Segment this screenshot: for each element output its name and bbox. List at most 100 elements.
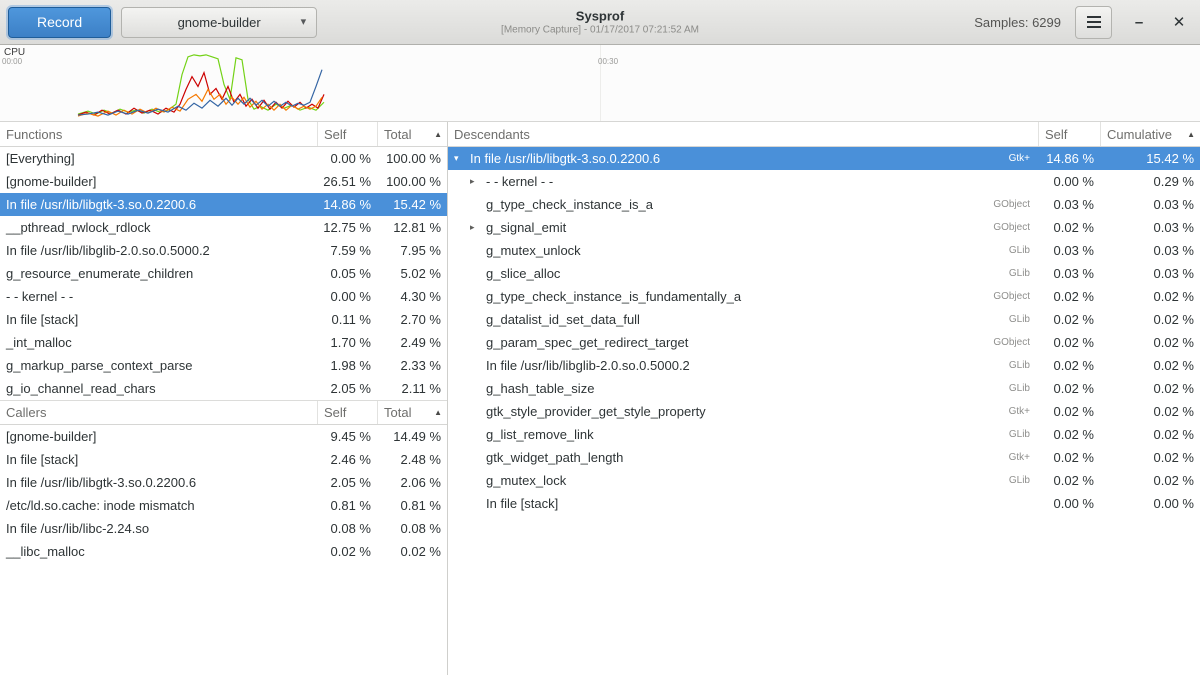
descendants-table: ▾In file /usr/lib/libgtk-3.so.0.2200.6Gt…: [448, 147, 1200, 515]
self-value: 0.81 %: [317, 494, 377, 517]
table-row[interactable]: g_markup_parse_context_parse1.98 %2.33 %: [0, 354, 447, 377]
total-value: 2.48 %: [377, 448, 447, 471]
library-tag: GLib: [1001, 354, 1038, 377]
descendant-name: g_type_check_instance_is_a: [486, 193, 653, 216]
table-row[interactable]: In file /usr/lib/libgtk-3.so.0.2200.614.…: [0, 193, 447, 216]
descendant-name: g_signal_emit: [486, 216, 566, 239]
function-name: __libc_malloc: [0, 540, 317, 563]
library-tag: GObject: [985, 285, 1038, 308]
cpu-graph[interactable]: CPU 00:00 00:30: [0, 45, 1200, 122]
descendant-name-cell: g_type_check_instance_is_aGObject: [448, 193, 1038, 216]
self-value: 7.59 %: [317, 239, 377, 262]
table-row[interactable]: In file /usr/lib/libgtk-3.so.0.2200.62.0…: [0, 471, 447, 494]
column-header-callers[interactable]: Callers: [0, 401, 317, 424]
total-value: 4.30 %: [377, 285, 447, 308]
expander-expanded-icon[interactable]: ▾: [454, 147, 470, 170]
table-row[interactable]: g_hash_table_sizeGLib0.02 %0.02 %: [448, 377, 1200, 400]
column-header-descendants-cumulative[interactable]: Cumulative ▲: [1100, 122, 1200, 146]
table-row[interactable]: g_slice_allocGLib0.03 %0.03 %: [448, 262, 1200, 285]
self-value: 0.02 %: [1038, 354, 1100, 377]
cumulative-value: 0.03 %: [1100, 262, 1200, 285]
table-row[interactable]: In file [stack]2.46 %2.48 %: [0, 448, 447, 471]
cumulative-value: 0.00 %: [1100, 492, 1200, 515]
self-header-label: Self: [1045, 127, 1067, 142]
window-subtitle: [Memory Capture] - 01/17/2017 07:21:52 A…: [501, 25, 699, 36]
cumulative-value: 0.02 %: [1100, 446, 1200, 469]
self-value: 1.70 %: [317, 331, 377, 354]
descendant-name: g_hash_table_size: [486, 377, 594, 400]
record-button[interactable]: Record: [8, 7, 111, 38]
table-row[interactable]: In file /usr/lib/libglib-2.0.so.0.5000.2…: [448, 354, 1200, 377]
process-selector[interactable]: gnome-builder ▾: [121, 7, 317, 38]
cumulative-header-label: Cumulative: [1107, 127, 1172, 142]
function-name: g_io_channel_read_chars: [0, 377, 317, 400]
minimize-button[interactable]: –: [1126, 9, 1152, 35]
descendant-name: gtk_style_provider_get_style_property: [486, 400, 706, 423]
total-value: 2.06 %: [377, 471, 447, 494]
cumulative-value: 0.03 %: [1100, 239, 1200, 262]
table-row[interactable]: __pthread_rwlock_rdlock12.75 %12.81 %: [0, 216, 447, 239]
close-button[interactable]: ✕: [1166, 9, 1192, 35]
table-row[interactable]: In file /usr/lib/libglib-2.0.so.0.5000.2…: [0, 239, 447, 262]
expander-collapsed-icon[interactable]: ▸: [470, 170, 486, 193]
callers-header-row: Callers Self Total ▲: [0, 400, 447, 425]
table-row[interactable]: ▾In file /usr/lib/libgtk-3.so.0.2200.6Gt…: [448, 147, 1200, 170]
total-value: 2.70 %: [377, 308, 447, 331]
cumulative-value: 0.02 %: [1100, 377, 1200, 400]
self-value: 0.00 %: [317, 147, 377, 170]
table-row[interactable]: g_mutex_lockGLib0.02 %0.02 %: [448, 469, 1200, 492]
expander-collapsed-icon[interactable]: ▸: [470, 216, 486, 239]
hamburger-menu-button[interactable]: [1075, 6, 1112, 39]
library-tag: GLib: [1001, 469, 1038, 492]
table-row[interactable]: g_resource_enumerate_children0.05 %5.02 …: [0, 262, 447, 285]
column-header-descendants[interactable]: Descendants: [448, 122, 1038, 146]
table-row[interactable]: g_io_channel_read_chars2.05 %2.11 %: [0, 377, 447, 400]
samples-count: Samples: 6299: [974, 15, 1061, 30]
self-value: 2.05 %: [317, 377, 377, 400]
table-row[interactable]: ▸- - kernel - -0.00 %0.29 %: [448, 170, 1200, 193]
table-row[interactable]: g_type_check_instance_is_aGObject0.03 %0…: [448, 193, 1200, 216]
table-row[interactable]: [Everything]0.00 %100.00 %: [0, 147, 447, 170]
column-header-functions-total[interactable]: Total ▲: [377, 122, 447, 146]
self-value: 26.51 %: [317, 170, 377, 193]
column-header-callers-total[interactable]: Total ▲: [377, 401, 447, 424]
table-row[interactable]: gtk_style_provider_get_style_propertyGtk…: [448, 400, 1200, 423]
total-value: 15.42 %: [377, 193, 447, 216]
table-row[interactable]: In file /usr/lib/libc-2.24.so0.08 %0.08 …: [0, 517, 447, 540]
descendant-name: In file [stack]: [486, 492, 558, 515]
titlebar-right: Samples: 6299 – ✕: [974, 6, 1192, 39]
table-row[interactable]: g_type_check_instance_is_fundamentally_a…: [448, 285, 1200, 308]
table-row[interactable]: /etc/ld.so.cache: inode mismatch0.81 %0.…: [0, 494, 447, 517]
library-tag: GLib: [1001, 377, 1038, 400]
self-value: 12.75 %: [317, 216, 377, 239]
library-tag: Gtk+: [1001, 147, 1038, 170]
table-row[interactable]: g_datalist_id_set_data_fullGLib0.02 %0.0…: [448, 308, 1200, 331]
column-header-functions-self[interactable]: Self: [317, 122, 377, 146]
column-header-descendants-self[interactable]: Self: [1038, 122, 1100, 146]
table-row[interactable]: In file [stack]0.11 %2.70 %: [0, 308, 447, 331]
descendant-name: In file /usr/lib/libglib-2.0.so.0.5000.2: [486, 354, 690, 377]
descendant-name-cell: In file [stack]: [448, 492, 1038, 515]
self-value: 0.02 %: [1038, 423, 1100, 446]
descendant-name: g_param_spec_get_redirect_target: [486, 331, 688, 354]
table-row[interactable]: gtk_widget_path_lengthGtk+0.02 %0.02 %: [448, 446, 1200, 469]
table-row[interactable]: g_list_remove_linkGLib0.02 %0.02 %: [448, 423, 1200, 446]
table-row[interactable]: __libc_malloc0.02 %0.02 %: [0, 540, 447, 563]
self-value: 0.00 %: [1038, 492, 1100, 515]
table-row[interactable]: g_param_spec_get_redirect_targetGObject0…: [448, 331, 1200, 354]
table-row[interactable]: ▸g_signal_emitGObject0.02 %0.03 %: [448, 216, 1200, 239]
cumulative-value: 0.02 %: [1100, 331, 1200, 354]
table-row[interactable]: In file [stack] 0.00 %0.00 %: [448, 492, 1200, 515]
column-header-functions[interactable]: Functions: [0, 122, 317, 146]
table-row[interactable]: [gnome-builder]9.45 %14.49 %: [0, 425, 447, 448]
column-header-callers-self[interactable]: Self: [317, 401, 377, 424]
self-value: 0.02 %: [1038, 308, 1100, 331]
self-value: 0.02 %: [1038, 216, 1100, 239]
table-row[interactable]: - - kernel - -0.00 %4.30 %: [0, 285, 447, 308]
table-row[interactable]: g_mutex_unlockGLib0.03 %0.03 %: [448, 239, 1200, 262]
table-row[interactable]: _int_malloc1.70 %2.49 %: [0, 331, 447, 354]
self-value: 2.05 %: [317, 471, 377, 494]
function-name: In file [stack]: [0, 308, 317, 331]
table-row[interactable]: [gnome-builder]26.51 %100.00 %: [0, 170, 447, 193]
library-tag: GLib: [1001, 262, 1038, 285]
